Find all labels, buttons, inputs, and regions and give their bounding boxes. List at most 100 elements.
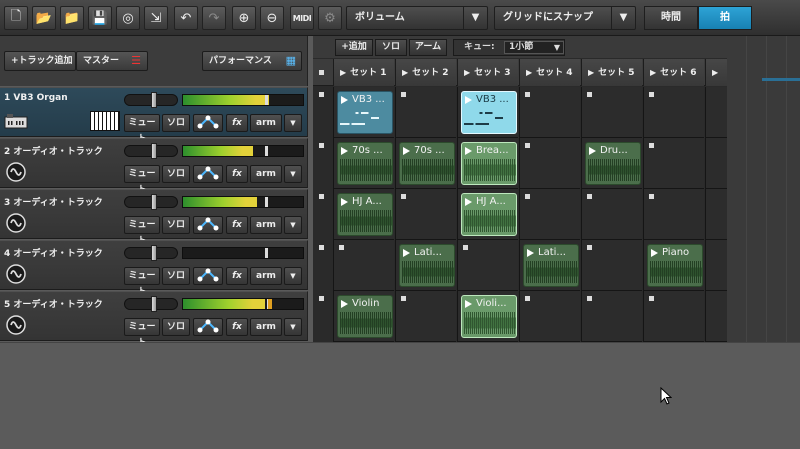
audio-clip[interactable]: HJ A... bbox=[461, 193, 517, 236]
track-name[interactable]: 5 オーディオ・トラック bbox=[4, 297, 103, 310]
routing-button[interactable] bbox=[193, 267, 223, 285]
clip-slot[interactable] bbox=[581, 189, 642, 240]
solo-button[interactable]: ソロ bbox=[162, 318, 190, 336]
play-icon[interactable] bbox=[465, 147, 472, 155]
beat-mode-button[interactable]: 拍 bbox=[698, 6, 752, 30]
stop-all-icon[interactable] bbox=[319, 70, 324, 75]
clip-slot[interactable] bbox=[519, 189, 580, 240]
stop-slot-icon[interactable] bbox=[525, 143, 530, 148]
fx-button[interactable]: fx bbox=[226, 216, 248, 234]
stop-slot-icon[interactable] bbox=[463, 245, 468, 250]
clip-slot[interactable]: 70s ... bbox=[395, 138, 456, 189]
clip-slot[interactable]: Brea... bbox=[457, 138, 518, 189]
stop-slot-icon[interactable] bbox=[587, 296, 592, 301]
stop-slot-icon[interactable] bbox=[649, 143, 654, 148]
play-icon[interactable] bbox=[651, 249, 658, 257]
play-icon[interactable] bbox=[341, 198, 348, 206]
audio-clip[interactable]: Lati... bbox=[399, 244, 455, 287]
fader-handle[interactable] bbox=[151, 296, 158, 312]
add-scene-button[interactable]: +追加 bbox=[335, 39, 373, 56]
clip-slot[interactable] bbox=[519, 87, 580, 138]
stop-slot-icon[interactable] bbox=[587, 92, 592, 97]
play-icon[interactable] bbox=[465, 198, 472, 206]
scene-launch-7[interactable]: ▶セ bbox=[705, 59, 727, 105]
solo-mode-button[interactable]: ソロ bbox=[375, 39, 407, 56]
meter-marker[interactable] bbox=[264, 248, 268, 258]
scene-launch-4[interactable]: ▶ セット 4 bbox=[519, 59, 580, 86]
arm-button[interactable]: arm bbox=[250, 216, 282, 234]
zoom-in-button[interactable]: ⊕ bbox=[232, 6, 256, 30]
arm-button[interactable]: arm bbox=[250, 318, 282, 336]
solo-button[interactable]: ソロ bbox=[162, 114, 190, 132]
stop-slot-icon[interactable] bbox=[649, 194, 654, 199]
midi-clip[interactable]: VB3 ... bbox=[337, 91, 393, 134]
settings-button[interactable]: ⚙ bbox=[318, 6, 342, 30]
fader-handle[interactable] bbox=[151, 194, 158, 210]
track-row[interactable]: 1 VB3 Organ ミュートソロ fxarm ▼ bbox=[0, 87, 308, 144]
volume-fader[interactable] bbox=[124, 296, 178, 312]
play-icon[interactable] bbox=[403, 147, 410, 155]
track-name[interactable]: 4 オーディオ・トラック bbox=[4, 246, 103, 259]
arm-mode-button[interactable]: アーム bbox=[409, 39, 447, 56]
redo-button[interactable]: ↷ bbox=[202, 6, 226, 30]
snap-dropdown[interactable]: グリッドにスナップ ▼ bbox=[494, 6, 636, 30]
routing-button[interactable] bbox=[193, 114, 223, 132]
clip-slot[interactable]: Piano bbox=[643, 240, 704, 291]
clip-slot[interactable]: VB3 ... bbox=[457, 87, 518, 138]
fader-handle[interactable] bbox=[151, 92, 158, 108]
clip-slot[interactable]: Lati... bbox=[519, 240, 580, 291]
track-name[interactable]: 3 オーディオ・トラック bbox=[4, 195, 103, 208]
open-recent-button[interactable]: 📁 bbox=[60, 6, 84, 30]
clip-slot[interactable] bbox=[705, 240, 727, 291]
midi-button[interactable]: MIDI bbox=[290, 6, 314, 30]
scene-launch-2[interactable]: ▶ セット 2 bbox=[395, 59, 456, 86]
clip-slot[interactable]: Lati... bbox=[395, 240, 456, 291]
clip-slot[interactable]: HJ A... bbox=[333, 189, 394, 240]
mute-button[interactable]: ミュート bbox=[124, 165, 160, 195]
track-menu-button[interactable]: ▼ bbox=[284, 165, 302, 183]
play-icon[interactable] bbox=[341, 96, 348, 104]
audio-clip[interactable]: Violi... bbox=[461, 295, 517, 338]
scene-launch-5[interactable]: ▶ セット 5 bbox=[581, 59, 642, 86]
save-button[interactable]: 💾 bbox=[88, 6, 112, 30]
arm-button[interactable]: arm bbox=[250, 114, 282, 132]
audio-clip[interactable]: Dru... bbox=[585, 142, 641, 185]
scene-launch-1[interactable]: ▶ セット 1 bbox=[333, 59, 394, 86]
track-name[interactable]: 2 オーディオ・トラック bbox=[4, 144, 103, 157]
scene-launch-3[interactable]: ▶ セット 3 bbox=[457, 59, 518, 86]
clip-slot[interactable]: Dru... bbox=[581, 138, 642, 189]
volume-fader[interactable] bbox=[124, 194, 178, 210]
arm-button[interactable]: arm bbox=[250, 165, 282, 183]
cd-button[interactable]: ◎ bbox=[116, 6, 140, 30]
clip-slot[interactable]: 70s ... bbox=[333, 138, 394, 189]
mute-button[interactable]: ミュート bbox=[124, 267, 160, 297]
clip-slot[interactable] bbox=[395, 291, 456, 342]
track-row[interactable]: 3 オーディオ・トラックミュートソロ fxarm ▼ bbox=[0, 189, 308, 246]
performance-button[interactable]: パフォーマンス ▦ bbox=[202, 51, 302, 71]
clip-slot[interactable] bbox=[643, 87, 704, 138]
solo-button[interactable]: ソロ bbox=[162, 267, 190, 285]
fader-handle[interactable] bbox=[151, 245, 158, 261]
track-name[interactable]: 1 VB3 Organ bbox=[4, 93, 68, 103]
clip-slot[interactable]: Violi... bbox=[457, 291, 518, 342]
volume-fader[interactable] bbox=[124, 92, 178, 108]
track-menu-button[interactable]: ▼ bbox=[284, 216, 302, 234]
track-menu-button[interactable]: ▼ bbox=[284, 267, 302, 285]
clip-slot[interactable] bbox=[643, 138, 704, 189]
track-stop-icon[interactable] bbox=[319, 143, 324, 148]
scene-launch-6[interactable]: ▶ セット 6 bbox=[643, 59, 704, 86]
track-row[interactable]: 4 オーディオ・トラックミュートソロ fxarm ▼ bbox=[0, 240, 308, 297]
zoom-out-button[interactable]: ⊖ bbox=[260, 6, 284, 30]
meter-marker[interactable] bbox=[264, 146, 268, 156]
stop-slot-icon[interactable] bbox=[525, 92, 530, 97]
cue-select[interactable]: 1小節 ▼ bbox=[504, 41, 564, 54]
play-icon[interactable] bbox=[341, 300, 348, 308]
stop-slot-icon[interactable] bbox=[339, 245, 344, 250]
stop-slot-icon[interactable] bbox=[649, 296, 654, 301]
clip-slot[interactable] bbox=[395, 189, 456, 240]
fx-button[interactable]: fx bbox=[226, 114, 248, 132]
track-row[interactable]: 5 オーディオ・トラックミュートソロ fxarm ▼ bbox=[0, 291, 308, 348]
stop-slot-icon[interactable] bbox=[401, 92, 406, 97]
clip-slot[interactable] bbox=[705, 291, 727, 342]
clip-slot[interactable] bbox=[581, 240, 642, 291]
